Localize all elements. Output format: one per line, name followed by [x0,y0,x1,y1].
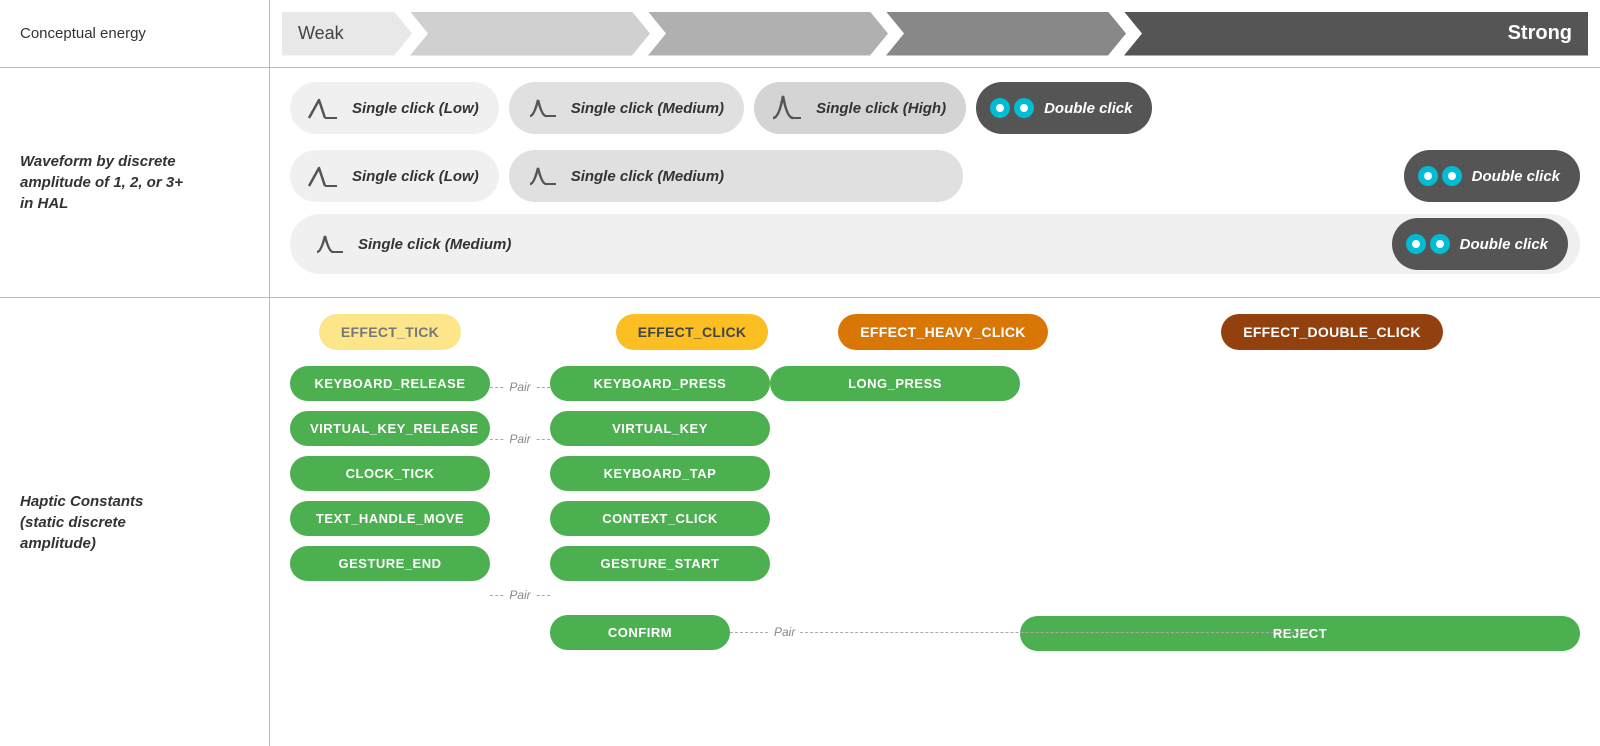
main-container: Conceptual energy Waveform by discrete a… [0,0,1600,746]
wf-icon-low-1 [304,89,342,127]
keyboard-release-pill[interactable]: KEYBOARD_RELEASE [290,366,490,401]
long-press-pill[interactable]: LONG_PRESS [770,366,1020,401]
effect-tick[interactable]: EFFECT_TICK [319,314,461,350]
confirm-row: CONFIRM Pair [550,611,770,653]
wf-row3-medium: Single click (Medium) [310,225,1382,263]
energy-seg-3 [648,12,888,56]
virtual-key-pill[interactable]: VIRTUAL_KEY [550,411,770,446]
pair-1: Pair [490,366,550,408]
energy-seg-4 [886,12,1126,56]
no-pair-3 [490,470,550,512]
haptic-label: Haptic Constants (static discrete amplit… [0,298,269,746]
clock-tick-pill[interactable]: CLOCK_TICK [290,456,490,491]
wf-pill-high-1: Single click (High) [754,82,966,134]
wf-pill-double-1: Double click [976,82,1152,134]
wf-label-double-2: Double click [1472,168,1560,185]
effect-row: EFFECT_TICK EFFECT_CLICK EFFECT_HEAVY_CL… [290,314,1580,350]
double-click-icon-3 [1406,234,1450,254]
effect-heavy-click[interactable]: EFFECT_HEAVY_CLICK [838,314,1047,350]
wf-label-low-1: Single click (Low) [352,100,479,117]
wf-icon-low-2 [304,157,342,195]
waveform-row-2: Single click (Low) Single click (Medium) [290,146,1580,206]
wf-label-high-1: Single click (High) [816,100,946,117]
wf-pill-med-1: Single click (Medium) [509,82,744,134]
wf-label-low-2: Single click (Low) [352,168,479,185]
virtual-key-release-pill[interactable]: VIRTUAL_KEY_RELEASE [290,411,490,446]
confirm-pill[interactable]: CONFIRM [550,615,730,650]
gesture-start-pill[interactable]: GESTURE_START [550,546,770,581]
pair-2: Pair [490,418,550,460]
wf-icon-med-3 [310,225,348,263]
double-click-icon-2 [1418,166,1462,186]
haptic-section: EFFECT_TICK EFFECT_CLICK EFFECT_HEAVY_CL… [270,298,1600,746]
haptic-col-1: KEYBOARD_RELEASE VIRTUAL_KEY_RELEASE CLO… [290,366,490,581]
conceptual-energy-label: Conceptual energy [0,0,269,68]
text-handle-move-pill[interactable]: TEXT_HANDLE_MOVE [290,501,490,536]
waveform-row-3: Single click (Medium) Double click [290,214,1580,274]
waveform-row-1: Single click (Low) Single click (Medium) [290,78,1580,138]
waveform-section: Single click (Low) Single click (Medium) [270,68,1600,298]
wf-pill-low-1: Single click (Low) [290,82,499,134]
wf-icon-med-2 [523,157,561,195]
pair-3: Pair [490,574,550,616]
wf-label-double-3: Double click [1460,236,1548,253]
haptic-col-3: LONG_PRESS [770,366,1020,401]
wf-pill-med-2: Single click (Medium) [509,150,963,202]
energy-bar-row: Weak Strong [270,0,1600,68]
energy-seg-weak: Weak [282,12,412,56]
energy-seg-2 [410,12,650,56]
wf-pill-double-3: Double click [1392,218,1568,270]
left-labels: Conceptual energy Waveform by discrete a… [0,0,270,746]
waveform-label: Waveform by discrete amplitude of 1, 2, … [0,68,269,298]
wf-pill-low-2: Single click (Low) [290,150,499,202]
energy-seg-strong: Strong [1124,12,1588,56]
haptic-columns: KEYBOARD_RELEASE VIRTUAL_KEY_RELEASE CLO… [290,366,1580,653]
right-content: Weak Strong [270,0,1600,746]
confirm-pair-line: Pair [730,611,799,653]
wf-label-med-1: Single click (Medium) [571,100,724,117]
haptic-pair-connectors: Pair Pair Pair [490,366,550,616]
effect-click[interactable]: EFFECT_CLICK [616,314,769,350]
reject-pill[interactable]: REJECT [1020,616,1580,651]
wf-icon-high-1 [768,89,806,127]
wf-icon-med-1 [523,89,561,127]
haptic-col-4: REJECT [1020,366,1580,651]
context-click-pill[interactable]: CONTEXT_CLICK [550,501,770,536]
gesture-end-pill[interactable]: GESTURE_END [290,546,490,581]
wf-label-double-1: Double click [1044,100,1132,117]
effect-double-click[interactable]: EFFECT_DOUBLE_CLICK [1221,314,1443,350]
wf-pill-double-2: Double click [1404,150,1580,202]
double-click-icon-1 [990,98,1034,118]
wf-label-med-3: Single click (Medium) [358,236,511,253]
keyboard-press-pill[interactable]: KEYBOARD_PRESS [550,366,770,401]
keyboard-tap-pill[interactable]: KEYBOARD_TAP [550,456,770,491]
haptic-col-2: KEYBOARD_PRESS VIRTUAL_KEY KEYBOARD_TAP … [550,366,770,653]
wf-label-med-2: Single click (Medium) [571,168,724,185]
no-pair-4 [490,522,550,564]
